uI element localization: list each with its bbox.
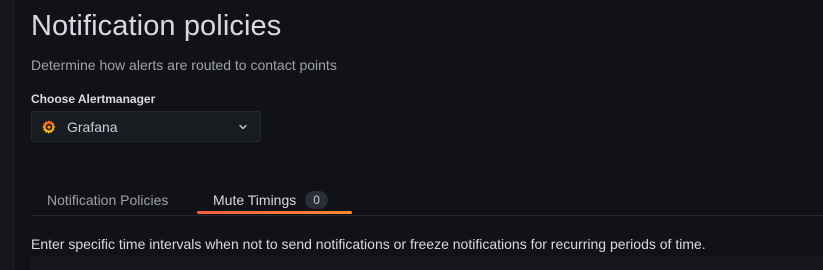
tabs-divider [31,215,823,216]
tab-label: Mute Timings [213,191,297,208]
tab-label: Notification Policies [47,191,169,208]
page-subtitle: Determine how alerts are routed to conta… [31,57,337,73]
mute-timings-description: Enter specific time intervals when not t… [31,236,706,252]
page-title: Notification policies [31,10,282,42]
content-panel-top [31,256,823,270]
alertmanager-select[interactable]: Grafana [31,111,261,142]
notification-policies-page: Notification policies Determine how aler… [0,0,823,270]
tab-counter-badge: 0 [305,190,328,209]
alertmanager-selected-value: Grafana [67,118,118,135]
grafana-logo-icon [41,119,57,135]
chevron-down-icon [237,121,249,133]
tabs-bar: Notification Policies Mute Timings 0 [31,184,823,216]
sidebar-edge [0,0,14,270]
alertmanager-label: Choose Alertmanager [31,92,156,106]
tab-notification-policies[interactable]: Notification Policies [47,184,168,215]
active-tab-indicator [197,211,352,214]
